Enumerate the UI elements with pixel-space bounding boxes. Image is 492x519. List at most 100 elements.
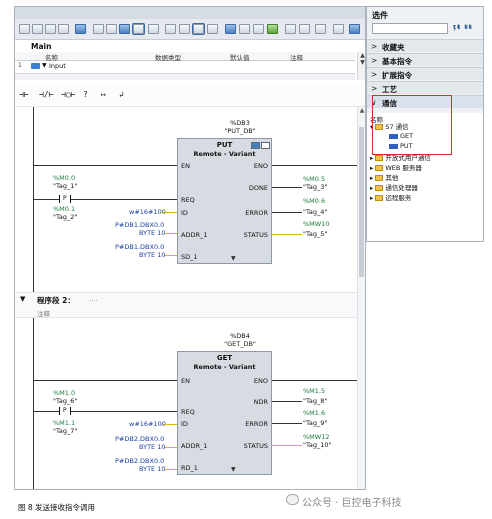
pin-id-2: ID (181, 420, 188, 428)
close-branch-button[interactable]: ↲ (119, 90, 124, 99)
pin-error: ERROR (245, 209, 268, 217)
p-contact-1[interactable] (59, 195, 71, 203)
scroll-thumb[interactable] (359, 127, 364, 277)
toolbar-button-23[interactable] (349, 24, 360, 34)
instruction-search-input[interactable] (372, 23, 448, 34)
program-editor: Main 名称 数据类型 默认值 注释 1 ▼ Input ▲ ▼ ⊣⊢ ⊣/⊢… (14, 6, 366, 490)
pin-status: STATUS (243, 231, 268, 239)
pin-error-2: ERROR (245, 420, 268, 428)
folder-icon (375, 185, 384, 191)
tree-item-open-user[interactable]: ▸ 开放式用户通信 (370, 154, 431, 163)
col-comment: 注释 (290, 54, 303, 62)
tree-label: 开放式用户通信 (385, 154, 431, 162)
pin-status-2: STATUS (243, 442, 268, 450)
toolbar-button-18[interactable] (267, 24, 278, 34)
col-datatype: 数据类型 (155, 54, 181, 62)
interface-table: Main 名称 数据类型 默认值 注释 1 ▼ Input ▲ ▼ (15, 40, 365, 80)
get-db-name: "GET_DB" (224, 340, 256, 348)
toolbar-button-14[interactable] (207, 24, 218, 34)
section-technology[interactable]: > 工艺 (367, 81, 483, 94)
toolbar-button-21[interactable] (315, 24, 326, 34)
scroll-up-icon[interactable]: ▲ (358, 52, 365, 59)
main-section-label: Main (31, 42, 52, 51)
status-wire-2 (272, 445, 302, 446)
toolbar-button-1[interactable] (19, 24, 30, 34)
open-branch-button[interactable]: ↦ (101, 90, 106, 99)
toolbar-button-4[interactable] (58, 24, 69, 34)
col-name: 名称 (45, 54, 58, 62)
interface-row[interactable]: 1 ▼ Input (15, 62, 355, 71)
put-block[interactable]: PUT Remote - Variant EN REQ ID ADDR_1 SD… (177, 138, 272, 264)
pin-en: EN (181, 162, 190, 170)
tree-item-teleservice[interactable]: ▸ 远程服务 (370, 194, 411, 203)
toolbar-button-8[interactable] (119, 24, 130, 34)
interface-scrollbar[interactable]: ▲ ▼ (357, 52, 365, 80)
addr-pointer-2: P#DB2.DBX0.0 (115, 435, 165, 443)
en-wire-2 (33, 380, 177, 381)
get-db-address: %DB4 (230, 332, 250, 340)
toolbar-button-11[interactable] (165, 24, 176, 34)
contact2-tag: "Tag_2" (53, 213, 78, 221)
section-label: 扩展指令 (382, 71, 412, 80)
input-icon (31, 63, 40, 69)
tree-item-comm-proc[interactable]: ▸ 通信处理器 (370, 184, 418, 193)
scroll-up-icon[interactable]: ▲ (358, 107, 365, 114)
interface-hscrollbar[interactable] (15, 73, 355, 80)
toolbar-button-22[interactable] (333, 24, 344, 34)
sd-pointer: P#DB1.DBX0.0 (115, 243, 165, 251)
toolbar-button-17[interactable] (253, 24, 264, 34)
toolbar-button-16[interactable] (239, 24, 250, 34)
toolbar-button-6[interactable] (93, 24, 104, 34)
expand-pins-icon[interactable]: ▼ (231, 255, 236, 262)
empty-box-button[interactable]: ? (83, 90, 88, 99)
highlight-box (372, 95, 452, 155)
row-number: 1 (18, 62, 22, 69)
toolbar-button-12[interactable] (179, 24, 190, 34)
scroll-down-icon[interactable]: ▼ (358, 59, 365, 66)
editor-scrollbar[interactable]: ▲ (357, 107, 365, 489)
status-tag-2: "Tag_10" (303, 441, 332, 449)
nc-contact-button[interactable]: ⊣/⊢ (39, 90, 53, 99)
block-diag-icon[interactable] (251, 142, 260, 149)
coil-button[interactable]: ⊣○⊢ (61, 90, 75, 99)
toolbar-button-3[interactable] (45, 24, 56, 34)
req-wire-2 (33, 411, 177, 412)
contact2-address: %M0.1 (53, 205, 76, 213)
error-address: %M0.6 (303, 197, 326, 205)
toolbar-button-10[interactable] (148, 24, 159, 34)
toolbar-button-19[interactable] (285, 24, 296, 34)
get-block[interactable]: GET Remote - Variant EN REQ ID ADDR_1 RD… (177, 351, 272, 475)
done-wire (272, 187, 302, 188)
toolbar-button-9[interactable] (132, 23, 145, 35)
block-info-icon[interactable] (261, 142, 270, 149)
section-basic[interactable]: > 基本指令 (367, 53, 483, 66)
network-2-comment[interactable]: 注释 (37, 308, 50, 318)
expand-pins-icon-2[interactable]: ▼ (231, 466, 236, 473)
section-extended[interactable]: > 扩展指令 (367, 67, 483, 80)
toolbar-button-20[interactable] (299, 24, 310, 34)
collapse-icon[interactable]: ▼ (20, 295, 25, 303)
toolbar-button-2[interactable] (32, 24, 43, 34)
no-contact-button[interactable]: ⊣⊢ (19, 90, 29, 99)
expand-icon[interactable]: ▼ (42, 62, 47, 69)
toolbar-button-5[interactable] (75, 24, 86, 34)
tree-item-web[interactable]: ▸ WEB 服务器 (370, 164, 422, 173)
folder-icon (375, 165, 384, 171)
id-wire (163, 212, 177, 213)
panel-view-icons[interactable]: ţŧ ŧŧ (453, 23, 473, 31)
get-block-subtitle: Remote - Variant (193, 363, 256, 371)
toolbar-button-13[interactable] (192, 23, 205, 35)
p-contact-2[interactable] (59, 407, 71, 415)
tree-item-other[interactable]: ▸ 其他 (370, 174, 398, 183)
status-wire (272, 234, 302, 235)
status-address-2: %MW12 (303, 433, 330, 441)
folder-icon (375, 175, 384, 181)
toolbar-button-15[interactable] (225, 24, 236, 34)
pin-req: REQ (181, 196, 195, 204)
put-db-address: %DB3 (230, 119, 250, 127)
sd-wire (165, 255, 177, 256)
section-favorites[interactable]: > 收藏夹 (367, 39, 483, 52)
toolbar-button-7[interactable] (106, 24, 117, 34)
done-tag: "Tag_3" (303, 183, 328, 191)
network-2-header[interactable]: ▼ 程序段 2： .... 注释 (15, 292, 359, 318)
